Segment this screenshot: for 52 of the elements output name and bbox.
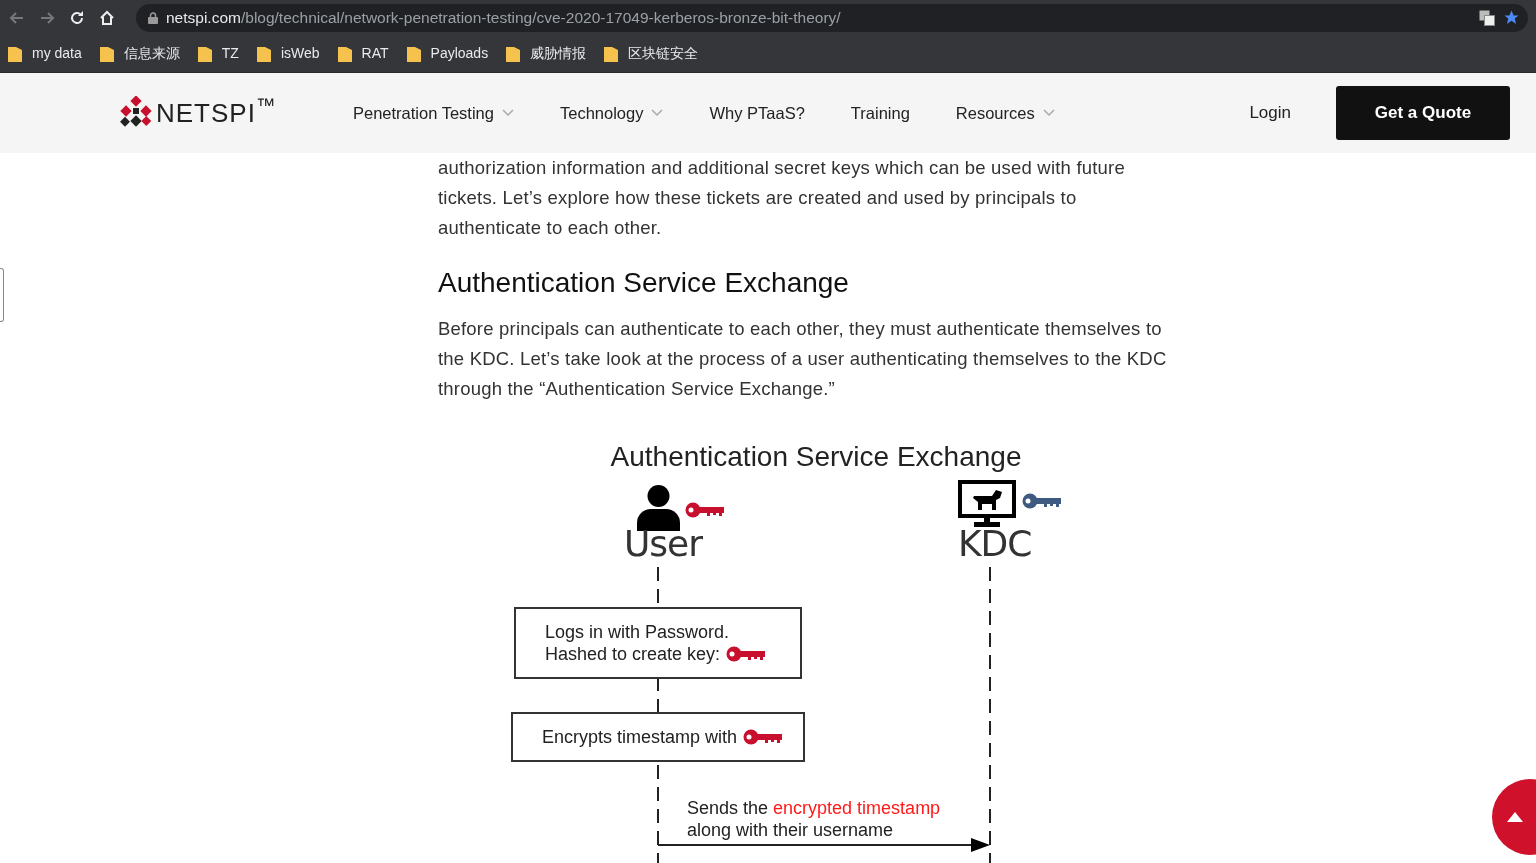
actor-label: KDC	[958, 526, 1032, 562]
bookmark-item[interactable]: isWeb	[256, 43, 320, 64]
folder-icon	[8, 45, 22, 62]
folder-icon	[99, 45, 114, 62]
step-text: Hashed to create key:	[545, 643, 721, 665]
monitor-dog-icon	[958, 480, 1016, 528]
key-icon	[726, 646, 767, 662]
address-bar[interactable]: netspi.com/blog/technical/network-penetration-testing/cve-2020-17049-kerberos-bronze-bit-theory/	[136, 3, 1528, 32]
lock-icon	[148, 11, 158, 24]
actor-label: User	[624, 526, 703, 562]
nav-link[interactable]: Technology	[559, 100, 664, 126]
bookmark-item[interactable]: 信息来源	[99, 43, 180, 64]
key-icon	[1022, 493, 1062, 509]
url-text: netspi.com/blog/technical/network-penetration-testing/cve-2020-17049-kerberos-bronze-bit-theory/	[166, 7, 842, 28]
folder-icon	[256, 45, 271, 62]
key-icon	[685, 502, 725, 518]
home-icon[interactable]	[98, 8, 116, 27]
message-label: Sends the encrypted timestamp	[687, 797, 941, 819]
bookmark-item[interactable]: 威胁情报	[506, 43, 587, 64]
folder-icon	[337, 45, 352, 62]
quote-button[interactable]: Get a Quote	[1336, 86, 1510, 140]
message-label: along with their username	[687, 819, 895, 841]
person-icon	[637, 485, 680, 531]
side-tab[interactable]	[0, 268, 4, 322]
bookmark-item[interactable]: my data	[8, 43, 82, 64]
login-link[interactable]: Login	[1249, 100, 1291, 126]
folder-icon	[197, 45, 212, 62]
chevron-icon	[651, 109, 664, 117]
key-icon	[743, 729, 784, 745]
section-heading: Authentication Service Exchange	[438, 266, 850, 300]
bookmark-item[interactable]: Payloads	[406, 43, 489, 64]
folder-icon	[506, 45, 521, 62]
article-paragraph: authorization information and additional secret keys which can be used with future tickets. Let’s explore how these tickets are created and used by principals to authenticate to each other.	[438, 156, 1126, 240]
chevron-icon	[501, 109, 514, 117]
up-icon	[1507, 812, 1523, 822]
article-paragraph: Before principals can authenticate to each other, they must authenticate themselves to the KDC. Let’s take look at the process of a user authenticating themselves to the KDC through the “Authentication Service Exchange.”	[438, 317, 1168, 401]
folder-icon	[604, 45, 619, 62]
nav-link[interactable]: Resources	[955, 100, 1055, 126]
nav-link[interactable]: Why PTaaS?	[709, 100, 805, 126]
nav-link[interactable]: Penetration Testing	[353, 100, 514, 126]
bookmark-item[interactable]: 区块链安全	[604, 43, 699, 64]
chevron-icon	[1042, 109, 1055, 117]
folder-icon	[406, 45, 421, 62]
figure-title: Authentication Service Exchange	[609, 440, 1023, 474]
bookmark-item[interactable]: TZ	[197, 43, 239, 64]
site-logo[interactable]: NETSPI$^{™}$	[119, 96, 353, 130]
translate-icon[interactable]	[1479, 9, 1495, 26]
step-text: Logs in with Password.	[545, 621, 730, 643]
star-icon[interactable]	[1503, 9, 1520, 26]
nav-link[interactable]: Training	[850, 100, 910, 126]
step-text: Encrypts timestamp with	[542, 726, 738, 748]
bookmark-item[interactable]: RAT	[337, 43, 389, 64]
